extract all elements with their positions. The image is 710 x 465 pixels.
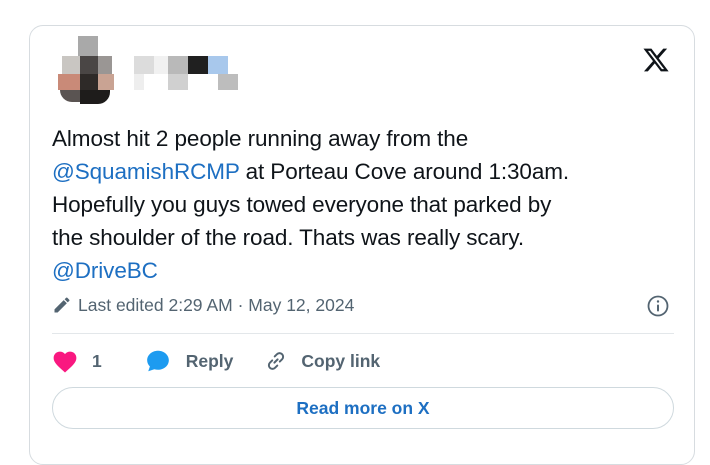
- tweet-text-line: Almost hit 2 people running away from th…: [52, 126, 469, 151]
- tweet-text: Almost hit 2 people running away from th…: [52, 122, 672, 287]
- mention-link[interactable]: @SquamishRCMP: [52, 159, 240, 184]
- x-logo-icon[interactable]: [642, 46, 670, 74]
- copy-link-label: Copy link: [301, 350, 381, 371]
- reply-label: Reply: [185, 350, 234, 371]
- tweet-date: May 12, 2024: [248, 294, 355, 315]
- copy-link-button[interactable]: Copy link: [263, 348, 380, 374]
- tweet-embed-card: Almost hit 2 people running away from th…: [29, 25, 695, 465]
- tweet-text-line: at Porteau Cove around 1:30am.: [239, 159, 570, 184]
- like-button[interactable]: 1: [52, 349, 102, 373]
- reply-bubble-icon: [146, 350, 169, 372]
- reply-button[interactable]: Reply: [144, 348, 234, 374]
- edited-timestamp[interactable]: Last edited 2:29 AM · May 12, 2024: [52, 293, 354, 317]
- info-icon[interactable]: [646, 294, 670, 318]
- link-icon: [268, 352, 285, 370]
- divider: [52, 333, 674, 334]
- read-more-label: Read more on X: [296, 397, 430, 418]
- meta-separator: ·: [232, 294, 249, 315]
- like-count: 1: [92, 350, 102, 371]
- author-name-blurred[interactable]: [134, 54, 294, 102]
- mention-link[interactable]: @DriveBC: [52, 258, 158, 283]
- pencil-icon: [54, 297, 70, 313]
- tweet-text-line: the shoulder of the road. Thats was real…: [52, 225, 525, 250]
- avatar[interactable]: [54, 36, 114, 106]
- edited-label: Last edited 2:29 AM: [78, 294, 233, 315]
- read-more-button[interactable]: Read more on X: [52, 387, 674, 429]
- action-bar: 1 Reply Copy link: [52, 346, 380, 376]
- heart-icon: [53, 351, 77, 373]
- tweet-text-line: Hopefully you guys towed everyone that p…: [52, 192, 552, 217]
